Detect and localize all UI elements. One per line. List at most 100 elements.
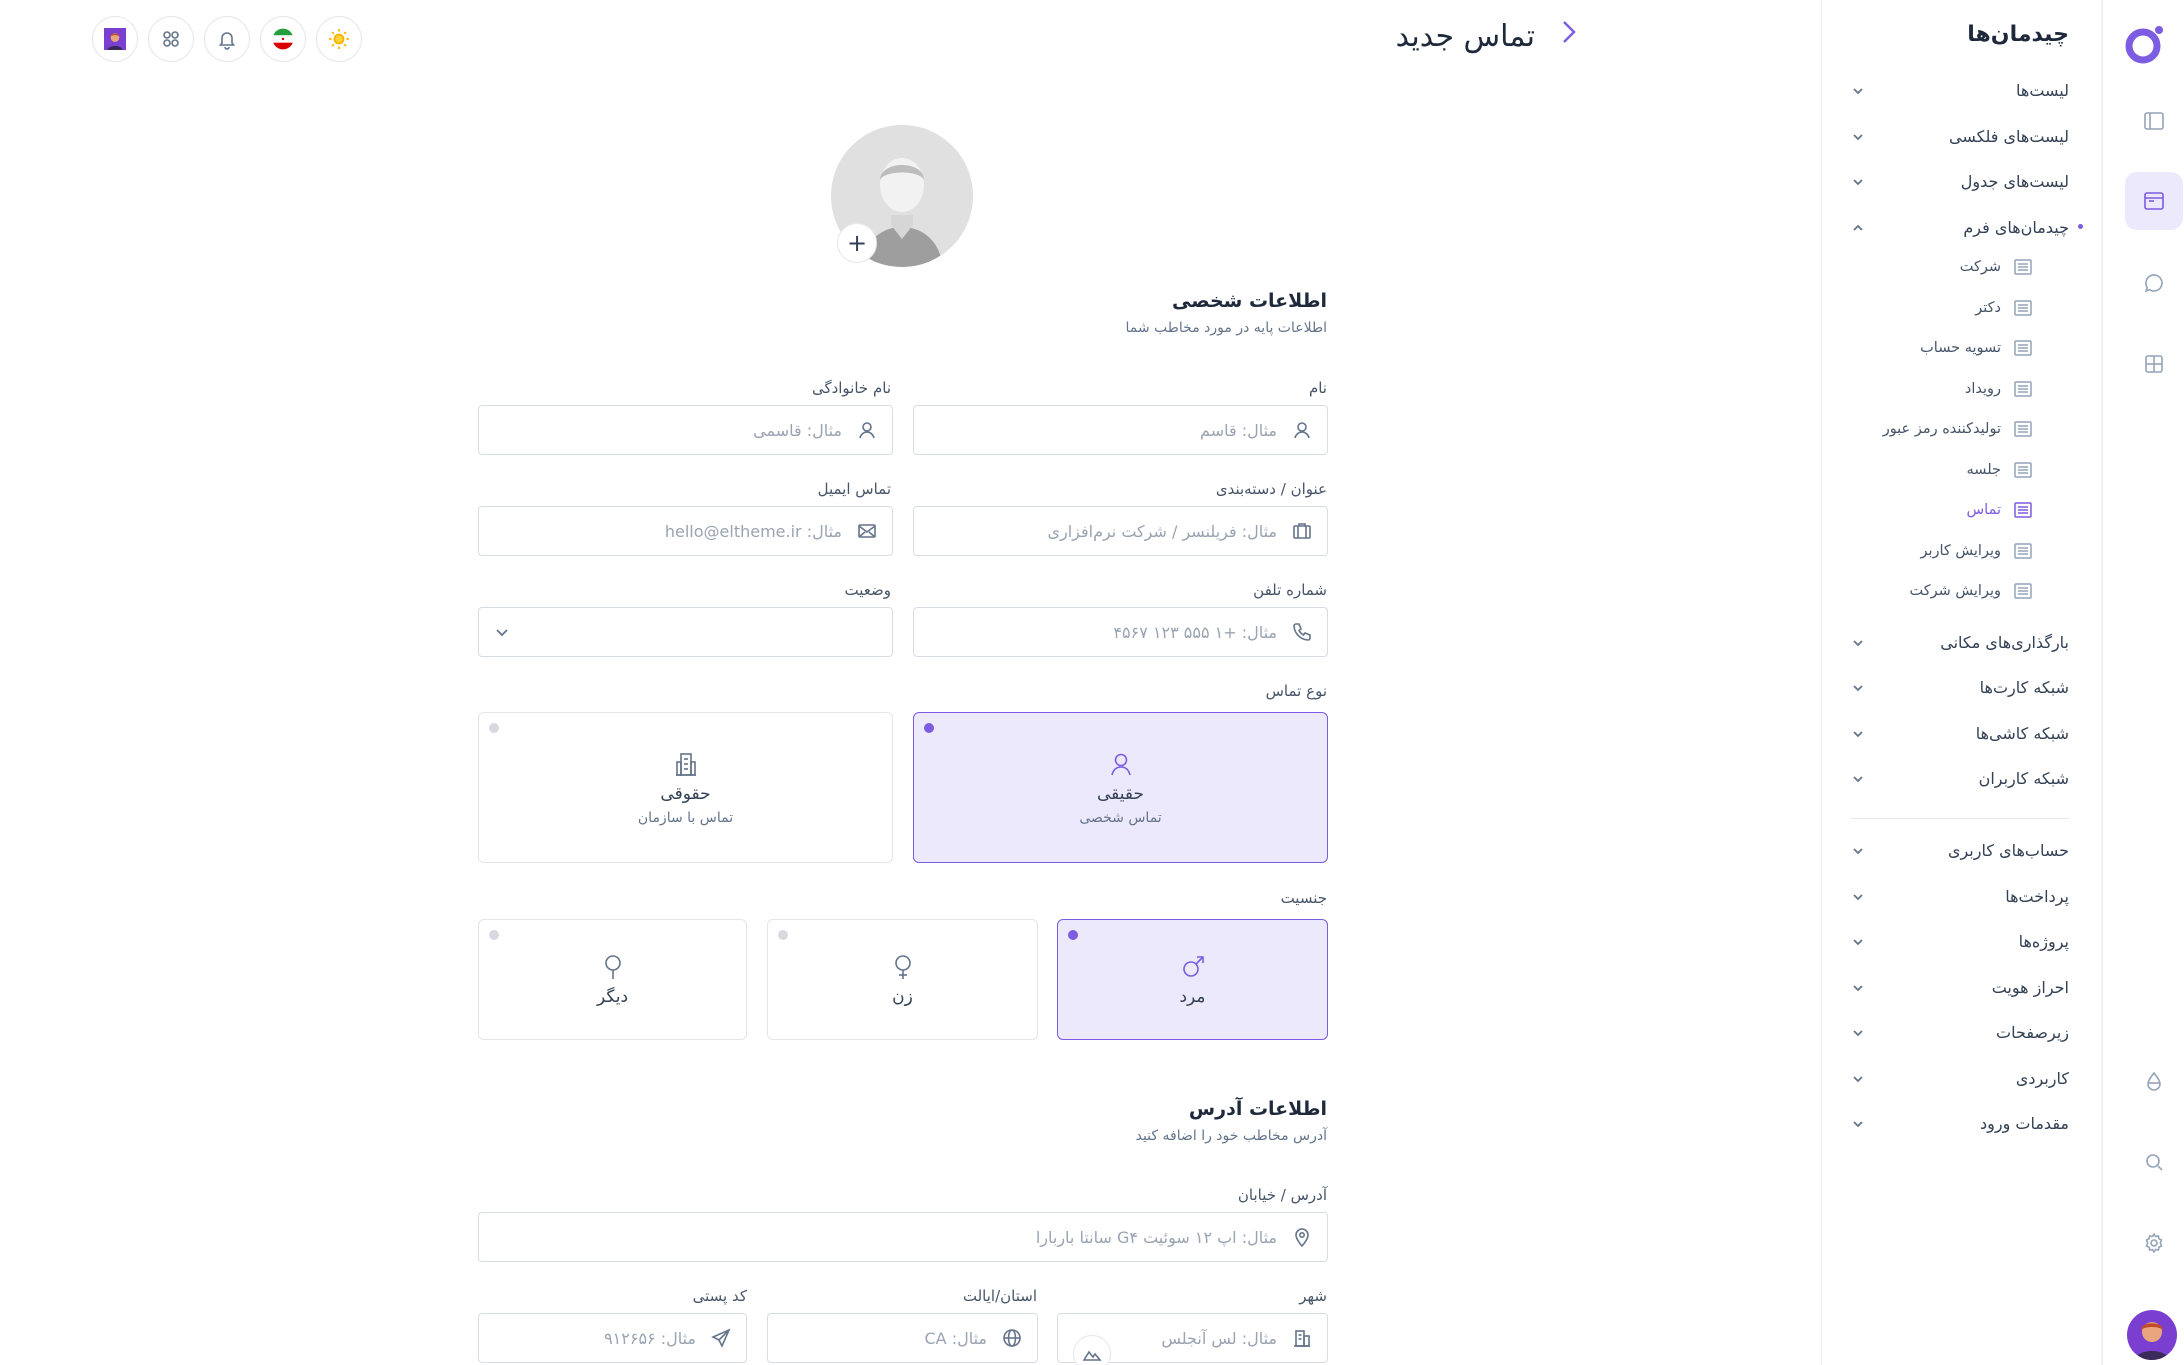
app-logo-icon[interactable] [2123, 22, 2167, 66]
nav-item-user-grid[interactable]: شبکه کاربران [1851, 761, 2069, 795]
sub-item-doctor[interactable]: دکتر [1975, 294, 2033, 322]
phone-field[interactable] [913, 607, 1328, 657]
user-avatar[interactable] [2127, 1310, 2177, 1360]
building-icon [1291, 1327, 1313, 1349]
gender-other[interactable]: دیگر [478, 919, 747, 1040]
profile-avatar[interactable] [92, 16, 138, 62]
state-input[interactable] [782, 1328, 987, 1348]
sub-item-contact[interactable]: تماس [1966, 496, 2033, 524]
nav-item-placeloads[interactable]: بارگذاری‌های مکانی [1851, 625, 2069, 659]
street-input[interactable] [493, 1227, 1277, 1247]
email-field[interactable] [478, 506, 893, 556]
address-info-subtitle: آدرس مخاطب خود را اضافه کنید [1135, 1128, 1327, 1144]
user-icon [1110, 753, 1131, 775]
nav-item-label: لیست‌ها [2016, 80, 2069, 100]
rail-layout-icon[interactable] [2125, 92, 2183, 150]
chevron-down-icon [1851, 980, 1865, 994]
rail-grid-icon[interactable] [2125, 335, 2183, 393]
nav-item-onboarding[interactable]: مقدمات ورود [1851, 1106, 2069, 1140]
nav-item-auth[interactable]: احراز هویت [1851, 970, 2069, 1004]
sub-item-company[interactable]: شرکت [1960, 253, 2033, 281]
first-name-input[interactable] [928, 420, 1277, 440]
nav-item-tile-grid[interactable]: شبکه کاشی‌ها [1851, 716, 2069, 750]
phone-label: شماره تلفن [1253, 581, 1327, 599]
sub-item-edit-company[interactable]: ویرایش شرکت [1910, 577, 2034, 605]
nav-item-accounts[interactable]: حساب‌های کاربری [1851, 833, 2069, 867]
building-icon [675, 752, 696, 776]
nav-item-table-lists[interactable]: لیست‌های جدول [1851, 164, 2069, 198]
contact-type-title: حقیقی [1096, 783, 1144, 804]
first-name-field[interactable] [913, 405, 1328, 455]
gender-label: جنسیت [1280, 889, 1327, 907]
nav-item-form-layouts[interactable]: چیدمان‌های فرم [1851, 210, 2069, 244]
chevron-down-icon [1851, 83, 1865, 97]
city-label: شهر [1299, 1287, 1327, 1305]
zip-input[interactable] [493, 1328, 696, 1348]
first-name-label: نام [1308, 379, 1327, 397]
sub-item-password-generator[interactable]: تولیدکننده رمز عبور [1883, 415, 2033, 443]
radio-indicator [924, 723, 934, 733]
nav-title: چیدمان‌ها [1967, 22, 2069, 47]
rail-settings-icon[interactable] [2125, 1214, 2183, 1272]
nav-item-payments[interactable]: پرداخت‌ها [1851, 879, 2069, 913]
mail-icon [856, 520, 878, 542]
contact-type-legal[interactable]: حقوقی تماس با سازمان [478, 712, 893, 863]
status-select[interactable] [478, 607, 893, 657]
chevron-down-icon [1851, 1025, 1865, 1039]
sub-item-meeting[interactable]: جلسه [1967, 456, 2033, 484]
gender-female[interactable]: زن [767, 919, 1038, 1040]
nav-item-subpages[interactable]: زیرصفحات [1851, 1015, 2069, 1049]
street-field[interactable] [478, 1212, 1328, 1262]
phone-input[interactable] [928, 622, 1277, 642]
email-label: تماس ایمیل [817, 480, 891, 498]
zip-field[interactable] [478, 1313, 747, 1363]
briefcase-icon [1291, 520, 1313, 542]
rail-drop-icon[interactable] [2125, 1052, 2183, 1110]
contact-type-natural[interactable]: حقیقی تماس شخصی [913, 712, 1328, 863]
form-icon [2014, 583, 2032, 599]
notifications-bell-icon[interactable] [204, 16, 250, 62]
nav-item-label: لیست‌های جدول [1960, 171, 2069, 191]
other-gender-icon [604, 954, 621, 979]
job-title-input[interactable] [928, 521, 1277, 541]
rail-search-icon[interactable] [2125, 1133, 2183, 1191]
status-label: وضعیت [844, 581, 891, 599]
form-icon [2014, 340, 2032, 356]
nav-item-lists[interactable]: لیست‌ها [1851, 73, 2069, 107]
form-icon [2014, 300, 2032, 316]
form-icon [2014, 462, 2032, 478]
icon-rail [2102, 0, 2184, 1365]
form-icon [2014, 543, 2032, 559]
add-photo-button[interactable]: + [837, 223, 877, 263]
job-title-label: عنوان / دسته‌بندی [1215, 480, 1327, 498]
form-icon [2014, 259, 2032, 275]
nav-item-card-grid[interactable]: شبکه کارت‌ها [1851, 670, 2069, 704]
last-name-field[interactable] [478, 405, 893, 455]
job-title-field[interactable] [913, 506, 1328, 556]
last-name-input[interactable] [493, 420, 842, 440]
apps-grid-icon[interactable] [148, 16, 194, 62]
rail-layouts-icon[interactable] [2125, 172, 2183, 230]
top-actions [92, 16, 362, 62]
nav-item-flex-lists[interactable]: لیست‌های فلکسی [1851, 119, 2069, 153]
email-input[interactable] [493, 521, 842, 541]
sub-item-event[interactable]: رویداد [1965, 375, 2033, 403]
nav-item-utility[interactable]: کاربردی [1851, 1061, 2069, 1095]
contact-type-sub: تماس شخصی [1079, 809, 1162, 826]
sub-item-edit-user[interactable]: ویرایش کاربر [1920, 537, 2033, 565]
gender-title: زن [892, 986, 913, 1007]
language-flag-icon[interactable] [260, 16, 306, 62]
theme-sun-icon[interactable] [316, 16, 362, 62]
mountain-icon[interactable] [1073, 1335, 1111, 1365]
state-field[interactable] [767, 1313, 1038, 1363]
nav-sidebar: چیدمان‌ها لیست‌ها لیست‌های فلکسی لیست‌ها… [1821, 0, 2102, 1365]
contact-type-label: نوع تماس [1265, 682, 1327, 700]
nav-item-projects[interactable]: پروژه‌ها [1851, 924, 2069, 958]
user-icon [1291, 419, 1313, 441]
sub-item-checkout[interactable]: تسویه حساب [1920, 334, 2033, 362]
chevron-down-icon [1851, 635, 1865, 649]
gender-male[interactable]: مرد [1057, 919, 1328, 1040]
contact-type-title: حقوقی [660, 783, 711, 804]
chevron-back-icon[interactable] [1557, 18, 1579, 54]
rail-chat-icon[interactable] [2125, 254, 2183, 312]
